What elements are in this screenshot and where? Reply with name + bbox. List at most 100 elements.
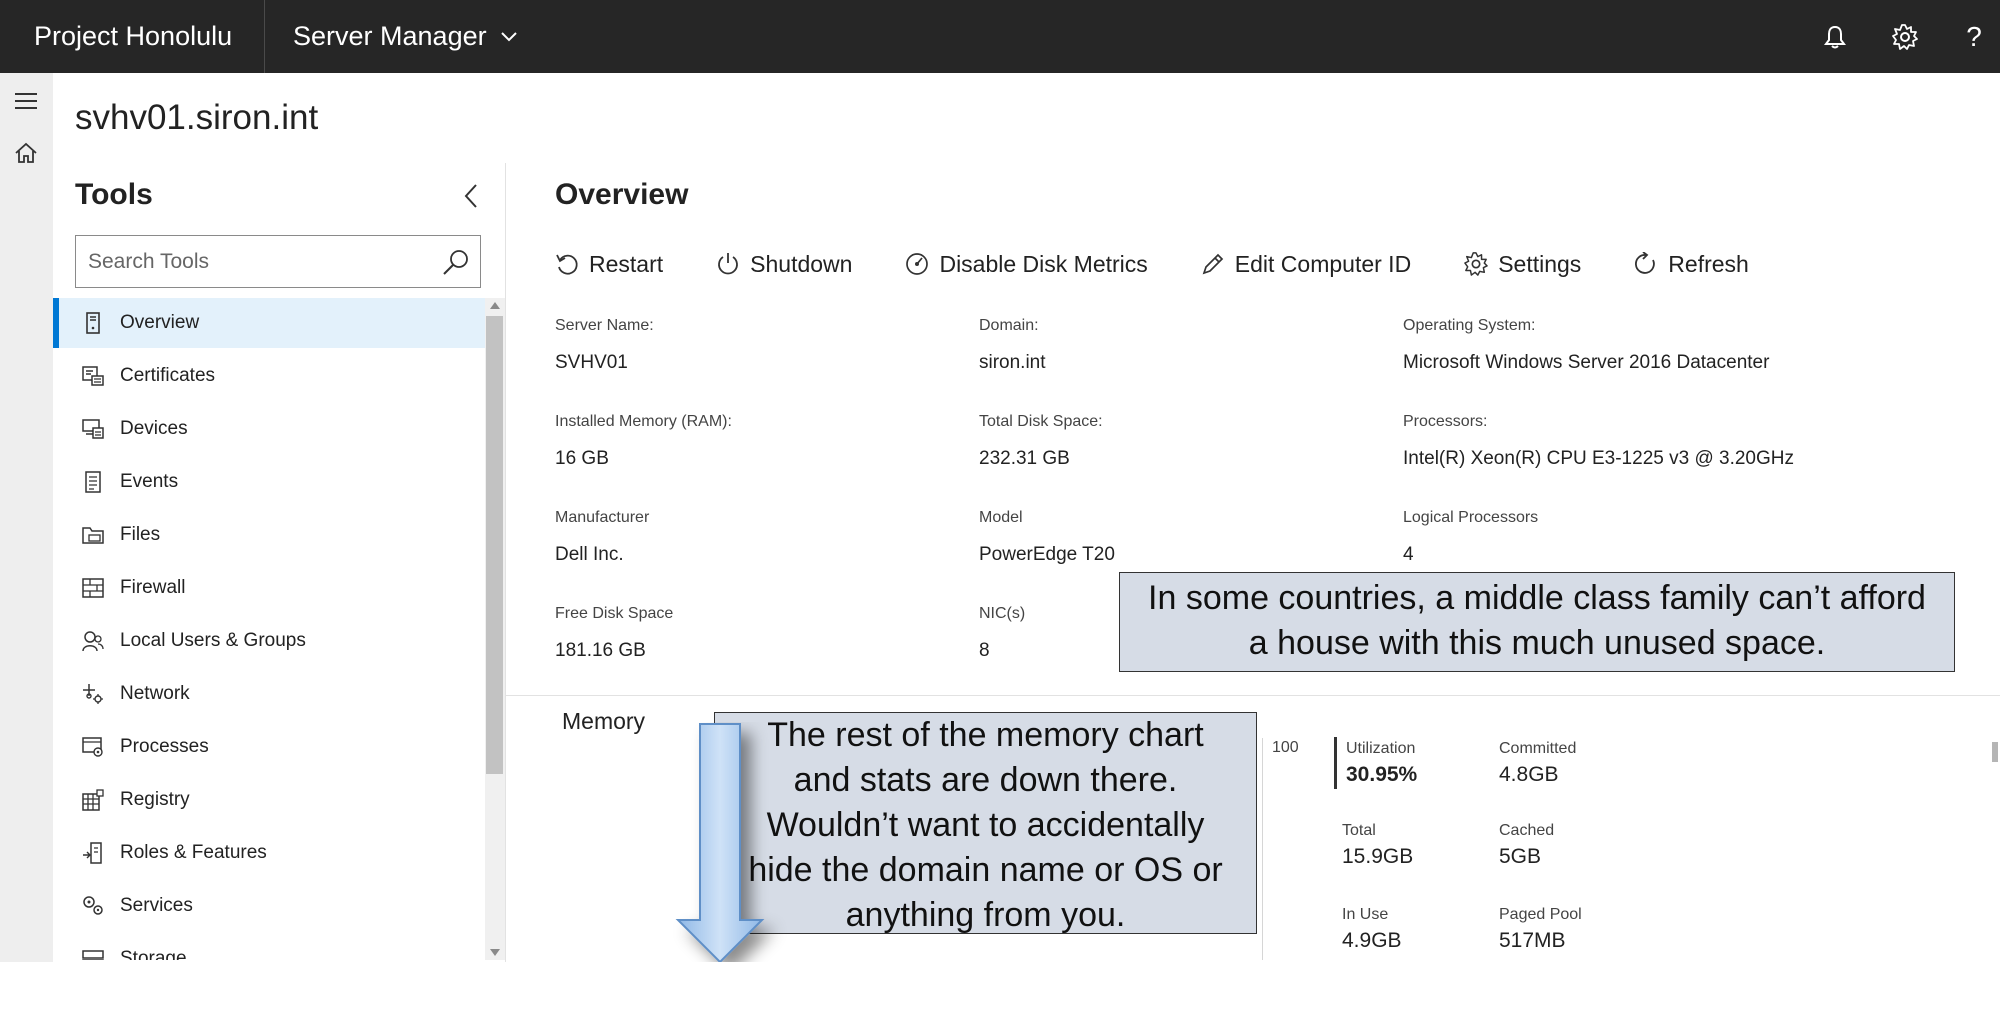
refresh-label: Refresh	[1668, 250, 1749, 277]
prop-value: 8	[979, 640, 990, 661]
tool-item-local-users-groups[interactable]: Local Users & Groups	[53, 616, 485, 666]
app-switcher[interactable]: Server Manager	[293, 0, 517, 73]
prop-value: SVHV01	[555, 352, 628, 373]
top-bar: Project Honolulu Server Manager ?	[0, 0, 2000, 73]
chevron-left-icon	[464, 184, 477, 208]
action-toolbar: Restart Shutdown Disable Disk Metrics Ed…	[555, 245, 1802, 283]
tool-item-overview[interactable]: Overview	[53, 298, 485, 348]
tool-label: Firewall	[120, 577, 186, 598]
bell-icon[interactable]	[1816, 18, 1854, 56]
prop-label: Model	[979, 509, 1023, 526]
scroll-down-icon[interactable]	[490, 949, 500, 956]
topbar-separator	[264, 0, 265, 73]
search-icon[interactable]	[442, 248, 470, 276]
prop-total-disk-space: Total Disk Space: 232.31 GB	[979, 413, 1103, 470]
stat-label: Committed	[1499, 740, 1577, 757]
tools-scrollbar[interactable]	[485, 298, 505, 960]
tool-item-network[interactable]: Network	[53, 669, 485, 719]
memory-chart-axis-max: 100	[1272, 739, 1299, 756]
tool-item-services[interactable]: Services	[53, 881, 485, 931]
tool-label: Registry	[120, 789, 190, 810]
stat-utilization: Utilization 30.95%	[1346, 740, 1417, 787]
tool-item-certificates[interactable]: Certificates	[53, 351, 485, 401]
restart-button[interactable]: Restart	[555, 251, 663, 278]
prop-free-disk-space: Free Disk Space 181.16 GB	[555, 605, 673, 662]
prop-label: Free Disk Space	[555, 605, 674, 622]
prop-label: Logical Processors	[1403, 509, 1539, 526]
search-tools-input[interactable]	[86, 236, 426, 287]
processes-icon	[82, 737, 103, 757]
overview-title: Overview	[555, 178, 689, 211]
prop-label: Server Name:	[555, 317, 654, 334]
tool-label: Events	[120, 471, 179, 492]
tool-item-storage[interactable]: Storage	[53, 934, 485, 960]
home-icon[interactable]	[8, 135, 44, 171]
refresh-button[interactable]: Refresh	[1634, 251, 1749, 278]
callout-line: and stats are down there.	[793, 761, 1178, 799]
certificate-icon	[82, 366, 104, 386]
search-tools-box[interactable]	[75, 235, 481, 288]
roles-icon	[83, 842, 102, 864]
utilization-indicator	[1334, 737, 1337, 789]
main-scrollbar[interactable]	[1990, 700, 2000, 960]
tool-label: Certificates	[120, 365, 216, 386]
server-icon	[86, 312, 100, 334]
prop-label: Installed Memory (RAM):	[555, 413, 732, 430]
tool-label: Devices	[120, 418, 188, 439]
tool-item-events[interactable]: Events	[53, 457, 485, 507]
tool-label: Services	[120, 895, 193, 916]
tool-item-registry[interactable]: Registry	[53, 775, 485, 825]
registry-icon	[82, 789, 104, 811]
gear-icon[interactable]	[1886, 18, 1924, 56]
stat-value: 15.9GB	[1342, 845, 1414, 868]
help-icon[interactable]: ?	[1955, 18, 1993, 56]
tool-list: Overview Certificates Devices Events Fil…	[53, 298, 485, 960]
disable-disk-metrics-button[interactable]: Disable Disk Metrics	[905, 251, 1148, 278]
server-title: svhv01.siron.int	[75, 98, 319, 137]
callout-line: The rest of the memory chart	[767, 716, 1204, 754]
pencil-icon	[1202, 253, 1223, 275]
prop-server-name: Server Name: SVHV01	[555, 317, 654, 374]
stat-committed: Committed 4.8GB	[1499, 740, 1576, 787]
shutdown-button[interactable]: Shutdown	[716, 251, 852, 278]
tool-label: Network	[120, 683, 190, 704]
prop-installed-memory: Installed Memory (RAM): 16 GB	[555, 413, 732, 470]
tool-item-files[interactable]: Files	[53, 510, 485, 560]
prop-logical-processors: Logical Processors 4	[1403, 509, 1538, 566]
bottom-whitespace	[0, 962, 2000, 1023]
settings-button[interactable]: Settings	[1464, 251, 1581, 278]
edit-computer-id-button[interactable]: Edit Computer ID	[1201, 251, 1411, 278]
app-switcher-label: Server Manager	[293, 21, 487, 51]
edit-computer-id-label: Edit Computer ID	[1234, 250, 1412, 277]
tool-label: Processes	[120, 736, 209, 757]
collapse-pane-button[interactable]	[455, 180, 487, 212]
scrollbar-thumb[interactable]	[486, 316, 503, 774]
prop-label: Total Disk Space:	[979, 413, 1103, 430]
restart-label: Restart	[589, 250, 664, 277]
scroll-up-icon[interactable]	[490, 302, 500, 309]
tool-item-roles-features[interactable]: Roles & Features	[53, 828, 485, 878]
left-rail	[0, 73, 53, 962]
settings-label: Settings	[1498, 250, 1582, 277]
gear-icon	[1464, 252, 1489, 276]
callout-line: anything from you.	[845, 896, 1126, 934]
pane-divider	[505, 163, 506, 962]
scrollbar-thumb[interactable]	[1992, 742, 1998, 762]
tool-label: Overview	[120, 312, 200, 333]
stat-label: Cached	[1499, 822, 1555, 839]
hamburger-menu-icon[interactable]	[8, 83, 44, 119]
stat-label: Utilization	[1346, 740, 1416, 757]
prop-value: 4	[1403, 544, 1414, 565]
tool-label: Files	[120, 524, 161, 545]
prop-manufacturer: Manufacturer Dell Inc.	[555, 509, 649, 566]
brand-title[interactable]: Project Honolulu	[34, 0, 232, 73]
prop-label: NIC(s)	[979, 605, 1026, 622]
network-icon	[83, 684, 103, 704]
callout-line: In some countries, a middle class family…	[1148, 579, 1926, 617]
callout-line: hide the domain name or OS or	[748, 851, 1223, 889]
stat-label: Paged Pool	[1499, 906, 1582, 923]
tool-item-firewall[interactable]: Firewall	[53, 563, 485, 613]
tool-item-processes[interactable]: Processes	[53, 722, 485, 772]
tool-item-devices[interactable]: Devices	[53, 404, 485, 454]
callout-line: a house with this much unused space.	[1248, 624, 1826, 662]
